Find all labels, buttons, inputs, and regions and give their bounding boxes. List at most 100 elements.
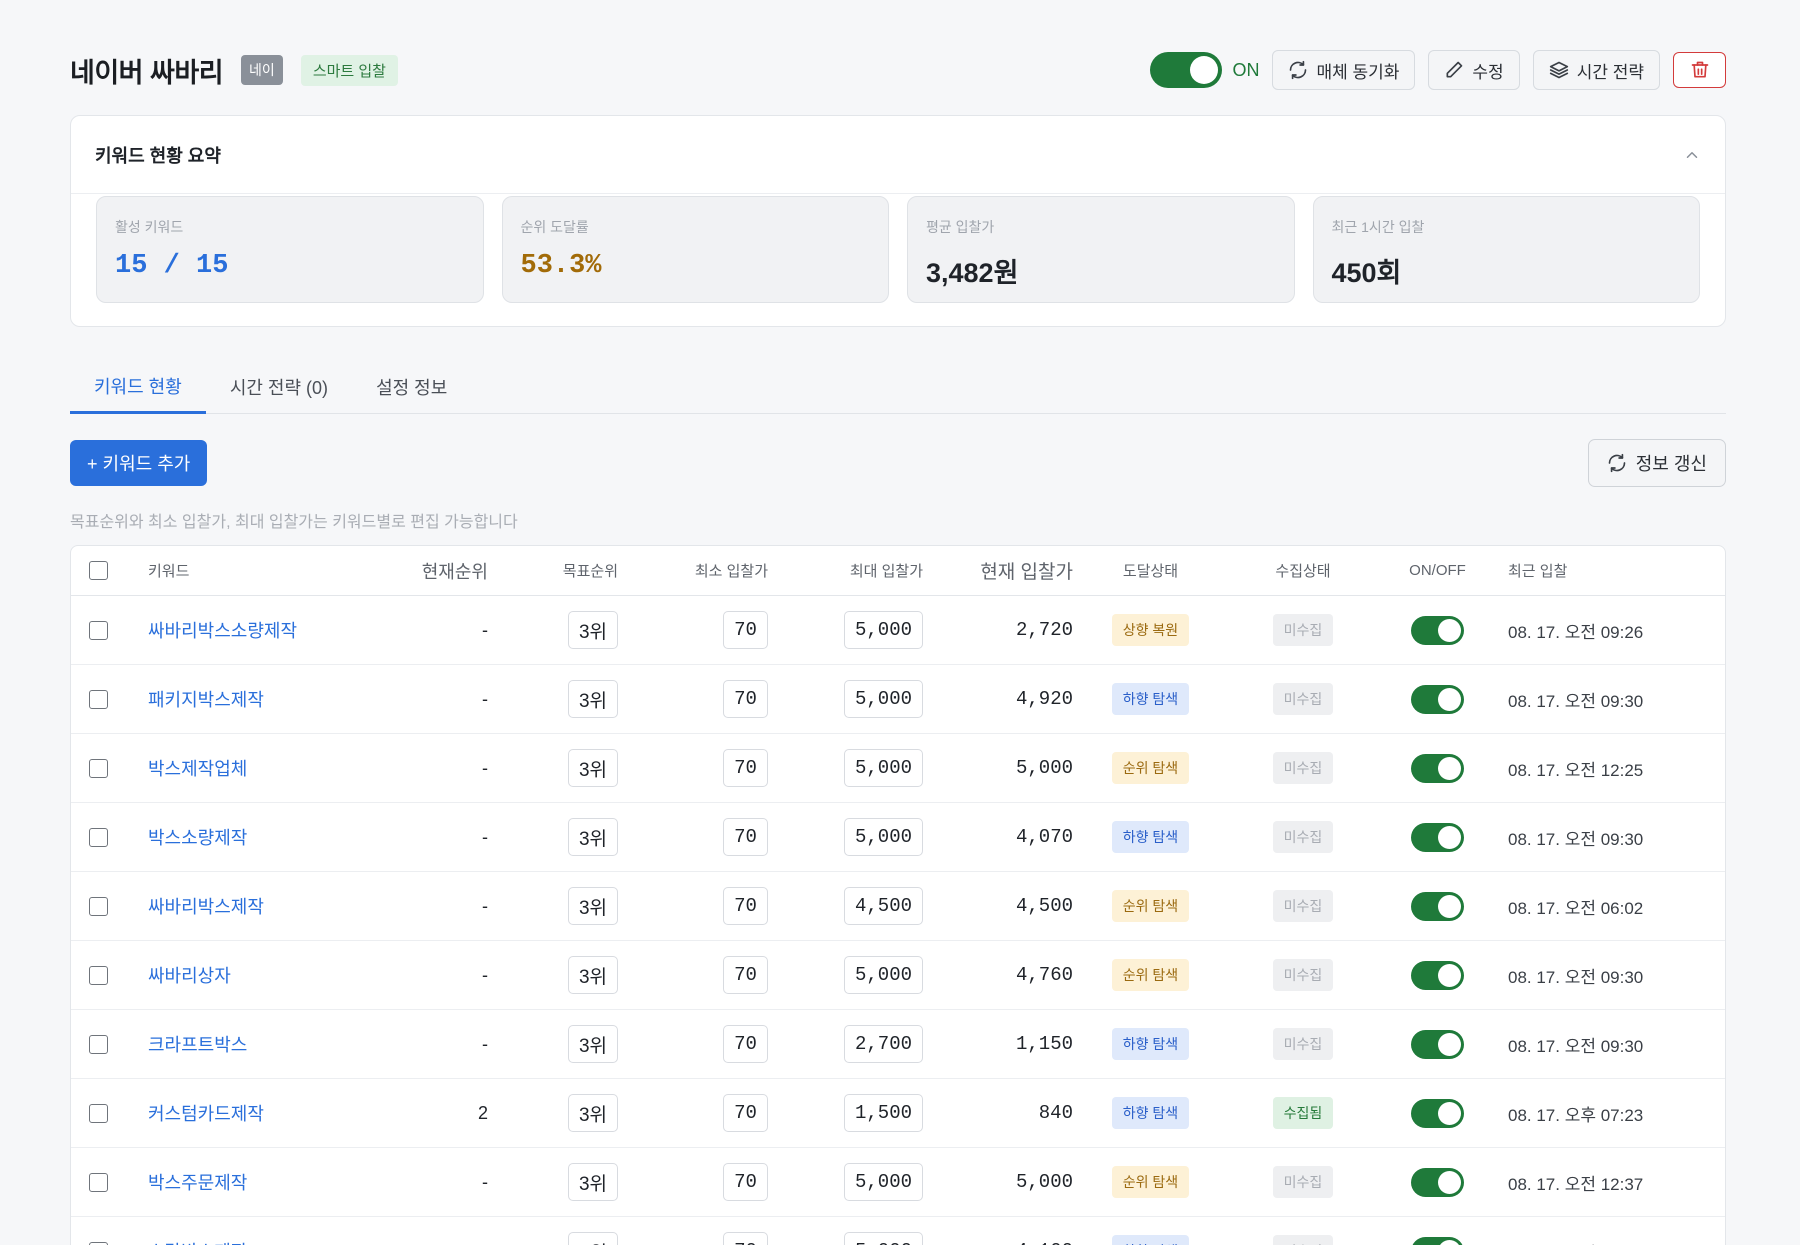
- target-rank-input[interactable]: 3위: [568, 680, 618, 718]
- max-bid-input[interactable]: 2,700: [844, 1025, 923, 1063]
- row-checkbox[interactable]: [89, 965, 108, 985]
- target-rank-input[interactable]: 3위: [568, 887, 618, 925]
- max-bid-input[interactable]: 5,000: [844, 818, 923, 856]
- max-bid-input[interactable]: 5,000: [844, 749, 923, 787]
- row-checkbox[interactable]: [89, 689, 108, 709]
- summary-header[interactable]: 키워드 현황 요약: [71, 116, 1725, 194]
- tab-settings[interactable]: 설정 정보: [352, 360, 471, 414]
- min-bid-input[interactable]: 70: [723, 749, 768, 787]
- tab-time-strategy[interactable]: 시간 전략 (0): [206, 360, 352, 414]
- keyword-toggle[interactable]: [1411, 1167, 1464, 1197]
- min-bid-input[interactable]: 70: [723, 1094, 768, 1132]
- keyword-link[interactable]: 박스제작업체: [148, 755, 388, 781]
- keyword-toggle[interactable]: [1411, 822, 1464, 852]
- refresh-info-button[interactable]: 정보 갱신: [1587, 439, 1726, 487]
- add-keyword-button[interactable]: + 키워드 추가: [70, 440, 208, 486]
- target-rank-input[interactable]: 3위: [568, 611, 618, 649]
- target-rank-input[interactable]: 3위: [568, 818, 618, 856]
- table-row: 싸바리박스제작 - 3위 70 4,500 4,500 순위 탐색 미수집 08. 17. 오전…: [71, 872, 1725, 941]
- keyword-link[interactable]: 패키지박스제작: [148, 686, 388, 712]
- row-checkbox[interactable]: [89, 620, 108, 640]
- delete-button[interactable]: [1673, 52, 1726, 88]
- min-bid-input[interactable]: 70: [723, 680, 768, 718]
- onoff-cell: [1378, 960, 1497, 990]
- last-bid-time: 08. 17. 오전 06:02: [1508, 898, 1644, 918]
- min-bid-cell: 70: [618, 887, 768, 925]
- target-rank-input[interactable]: 3위: [568, 956, 618, 994]
- keyword-toggle[interactable]: [1411, 684, 1464, 714]
- keyword-link[interactable]: 소량박스제작: [148, 1238, 388, 1245]
- keyword-link[interactable]: 커스텀카드제작: [148, 1100, 388, 1126]
- sync-button[interactable]: 매체 동기화: [1272, 50, 1416, 90]
- time-strategy-button[interactable]: 시간 전략: [1532, 50, 1660, 90]
- min-bid-input[interactable]: 70: [723, 1232, 768, 1245]
- min-bid-cell: 70: [618, 680, 768, 718]
- collect-status-badge: 미수집: [1272, 683, 1334, 715]
- keyword-toggle[interactable]: [1411, 615, 1464, 645]
- max-bid-input[interactable]: 5,000: [844, 1163, 923, 1201]
- max-bid-input[interactable]: 5,000: [844, 680, 923, 718]
- max-bid-cell: 5,000: [768, 1163, 923, 1201]
- min-bid-input[interactable]: 70: [723, 1025, 768, 1063]
- target-rank-input[interactable]: 3위: [568, 749, 618, 787]
- target-rank-input[interactable]: 3위: [568, 1232, 618, 1245]
- min-bid-input[interactable]: 70: [723, 611, 768, 649]
- max-bid-cell: 5,000: [768, 611, 923, 649]
- max-bid-cell: 2,700: [768, 1025, 923, 1063]
- row-checkbox[interactable]: [89, 827, 108, 847]
- min-bid-input[interactable]: 70: [723, 1163, 768, 1201]
- row-select-cell: [71, 1103, 148, 1123]
- keyword-toggle[interactable]: [1411, 753, 1464, 783]
- max-bid-input[interactable]: 5,000: [844, 611, 923, 649]
- target-rank-input[interactable]: 3위: [568, 1163, 618, 1201]
- keyword-toggle[interactable]: [1411, 960, 1464, 990]
- collect-status-cell: 수집됨: [1228, 1097, 1378, 1129]
- target-rank-input[interactable]: 3위: [568, 1094, 618, 1132]
- keyword-toggle[interactable]: [1411, 1029, 1464, 1059]
- current-bid: 4,920: [1015, 688, 1073, 710]
- target-rank-cell: 3위: [488, 1163, 618, 1201]
- min-bid-input[interactable]: 70: [723, 887, 768, 925]
- min-bid-input[interactable]: 70: [723, 818, 768, 856]
- tab-bar: 키워드 현황 시간 전략 (0) 설정 정보: [70, 360, 1726, 414]
- keyword-link[interactable]: 싸바리박스제작: [148, 893, 388, 919]
- col-max-bid-label: 최대 입찰가: [849, 563, 923, 580]
- toggle-knob: [1438, 1101, 1461, 1125]
- stat-active-keywords: 활성 키워드 15 / 15: [96, 196, 484, 303]
- keyword-toggle[interactable]: [1411, 891, 1464, 921]
- keyword-toggle[interactable]: [1411, 1098, 1464, 1128]
- row-checkbox[interactable]: [89, 896, 108, 916]
- keyword-link[interactable]: 박스주문제작: [148, 1169, 388, 1195]
- current-bid: 4,500: [1015, 895, 1073, 917]
- row-checkbox[interactable]: [89, 1103, 108, 1123]
- min-bid-cell: 70: [618, 749, 768, 787]
- select-all-checkbox[interactable]: [89, 561, 108, 580]
- keyword-toggle[interactable]: [1411, 1236, 1464, 1245]
- min-bid-cell: 70: [618, 818, 768, 856]
- edit-button[interactable]: 수정: [1428, 50, 1520, 90]
- min-bid-input[interactable]: 70: [723, 956, 768, 994]
- max-bid-input[interactable]: 5,000: [844, 1232, 923, 1245]
- max-bid-input[interactable]: 1,500: [844, 1094, 923, 1132]
- keyword-link[interactable]: 크라프트박스: [148, 1031, 388, 1057]
- max-bid-input[interactable]: 4,500: [844, 887, 923, 925]
- tab-keyword-status[interactable]: 키워드 현황: [70, 360, 206, 414]
- collect-status-badge: 미수집: [1272, 1235, 1334, 1245]
- collect-status-cell: 미수집: [1228, 890, 1378, 922]
- campaign-toggle[interactable]: [1150, 52, 1223, 88]
- keyword-link[interactable]: 싸바리상자: [148, 962, 388, 988]
- row-checkbox[interactable]: [89, 1034, 108, 1054]
- pencil-icon: [1446, 61, 1463, 78]
- onoff-cell: [1378, 753, 1497, 783]
- row-checkbox[interactable]: [89, 758, 108, 778]
- row-checkbox[interactable]: [89, 1241, 108, 1245]
- chevron-up-icon[interactable]: [1683, 146, 1701, 164]
- keyword-link[interactable]: 싸바리박스소량제작: [148, 617, 388, 643]
- keyword-link[interactable]: 박스소량제작: [148, 824, 388, 850]
- last-bid-time: 08. 17. 오전 09:30: [1508, 691, 1644, 711]
- target-rank-input[interactable]: 3위: [568, 1025, 618, 1063]
- row-checkbox[interactable]: [89, 1172, 108, 1192]
- max-bid-input[interactable]: 5,000: [844, 956, 923, 994]
- mode-tag: 스마트 입찰: [300, 54, 398, 86]
- reach-status-badge: 순위 탐색: [1111, 752, 1190, 784]
